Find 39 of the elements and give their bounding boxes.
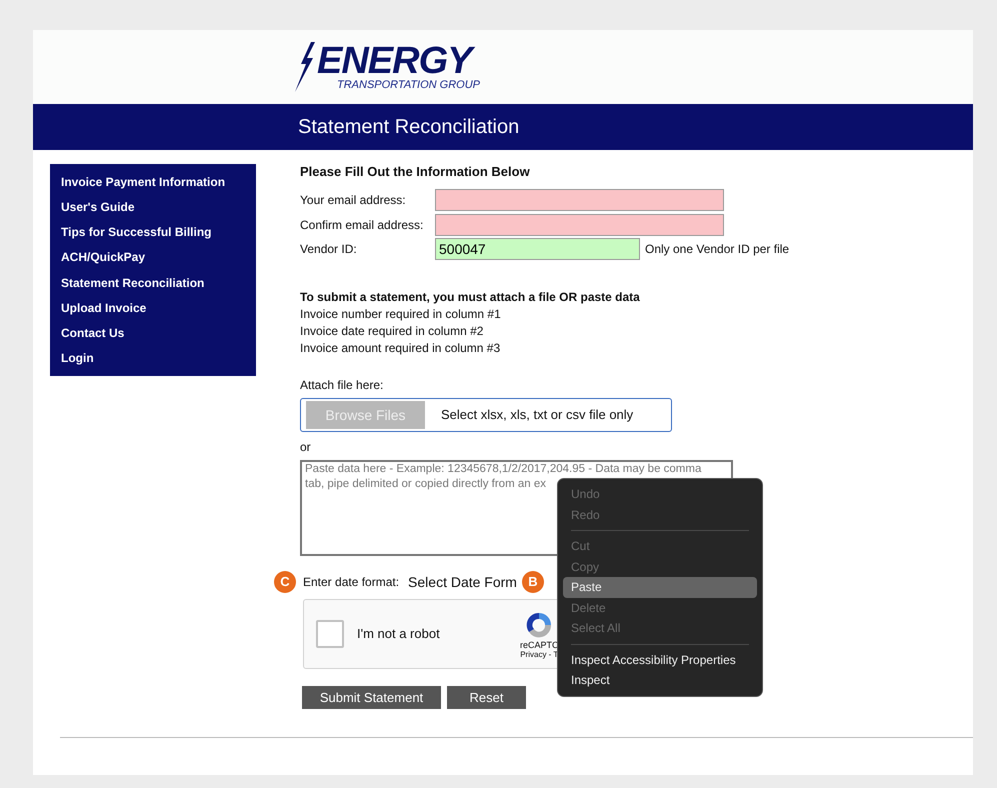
input-field[interactable] [435,214,724,236]
or-label: or [300,440,312,454]
menu-item[interactable]: Paste [563,577,757,598]
sidebar-link[interactable]: Statement Reconciliation [50,270,256,296]
submit-button[interactable]: Submit Statement [302,686,441,708]
sidebar-link[interactable]: Login [50,346,256,371]
instruction-text: Invoice number required in column #1 [300,306,502,320]
annotation-badge: C [274,570,296,592]
date-format-select[interactable]: Select Date Form [408,574,517,590]
menu-item[interactable]: Inspect [563,670,757,690]
annotation-badge: B [522,570,544,592]
date-format-label: Enter date format: [303,574,400,588]
captcha-label: I'm not a robot [357,626,440,641]
sidebar-link[interactable]: User's Guide [50,194,256,220]
menu-item[interactable]: Inspect Accessibility Properties [563,650,757,670]
lightning-bolt-icon [293,42,315,92]
sidebar-link[interactable]: Invoice Payment Information [50,169,256,194]
instruction-text: Invoice amount required in column #3 [300,340,502,354]
captcha-checkbox[interactable] [316,620,344,648]
instructions-title: To submit a statement, you must attach a file OR paste data [300,290,641,304]
file-hint: Select xlsx, xls, txt or csv file only [441,407,634,422]
sidebar-link[interactable]: ACH/QuickPay [50,244,256,270]
field-label: Vendor ID: [300,242,358,256]
form-heading: Please Fill Out the Information Below [300,164,531,179]
field-label: Confirm email address: [300,218,424,232]
input-field[interactable] [435,189,724,212]
page-title: Statement Reconciliation [298,116,520,138]
logo-name: ENERGY [317,43,480,79]
instruction-text: Invoice date required in column #2 [300,324,484,338]
sidebar-link[interactable]: Tips for Successful Billing [50,220,256,245]
logo-tagline: TRANSPORTATION GROUP [336,79,480,91]
sidebar-link[interactable]: Contact Us [50,320,256,346]
sidebar-link[interactable]: Upload Invoice [50,295,256,320]
recaptcha-brand: reCAPTC [520,640,559,650]
field-label: Your email address: [300,193,407,208]
input-field[interactable]: 500047 [435,238,640,260]
field-note: Only one Vendor ID per file [645,242,790,256]
reset-button[interactable]: Reset [447,686,526,708]
attach-label: Attach file here: [300,378,384,392]
